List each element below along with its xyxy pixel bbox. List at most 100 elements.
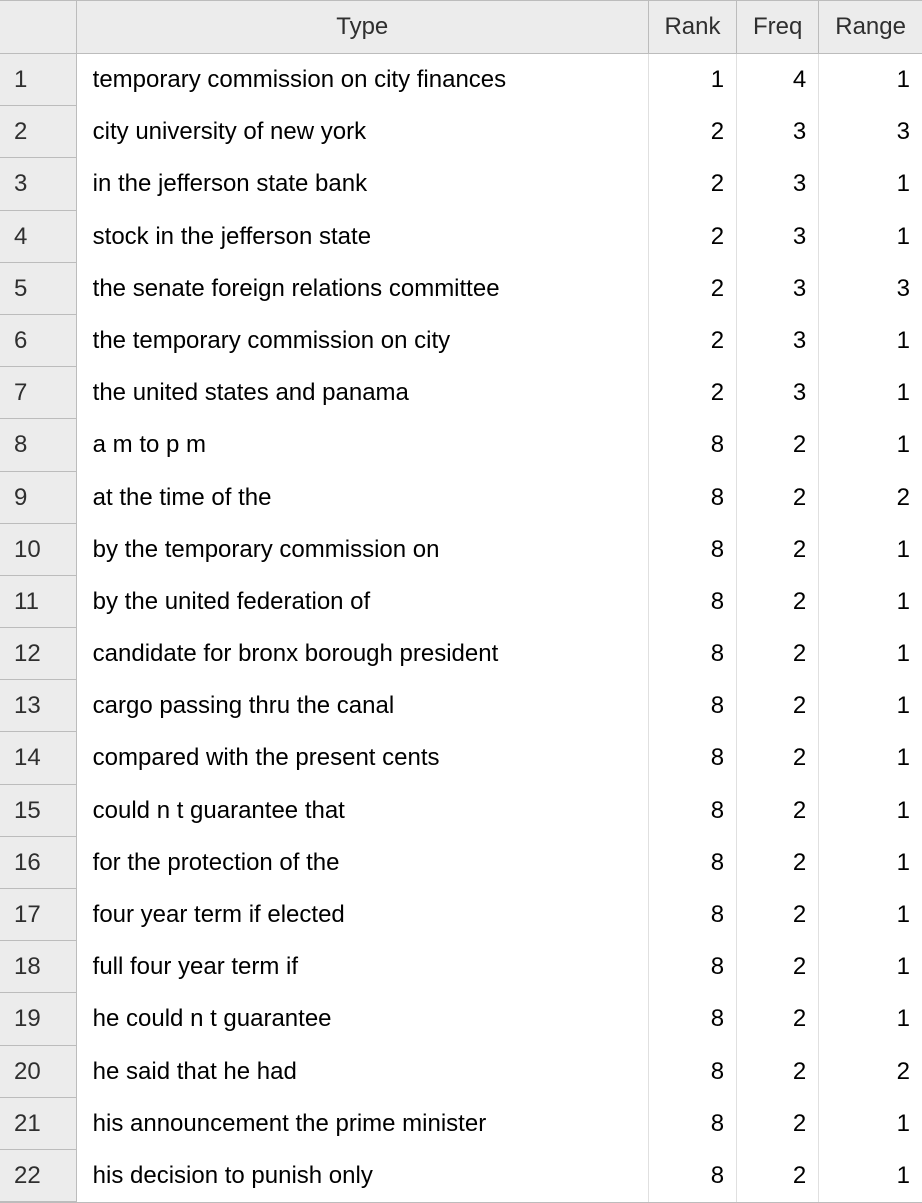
cell-freq: 2 (737, 419, 819, 471)
cell-freq: 4 (737, 54, 819, 106)
cell-rank: 8 (648, 732, 736, 784)
cell-freq: 2 (737, 575, 819, 627)
table-row[interactable]: 20he said that he had822 (0, 1045, 922, 1097)
table-row[interactable]: 6the temporary commission on city231 (0, 314, 922, 366)
cell-freq: 3 (737, 262, 819, 314)
cell-rank: 8 (648, 680, 736, 732)
cell-range: 3 (819, 262, 922, 314)
table-row[interactable]: 9at the time of the822 (0, 471, 922, 523)
cell-type: in the jefferson state bank (76, 158, 648, 210)
table-row[interactable]: 7the united states and panama231 (0, 367, 922, 419)
cell-range: 1 (819, 628, 922, 680)
table-row[interactable]: 17four year term if elected821 (0, 889, 922, 941)
cell-type: could n t guarantee that (76, 784, 648, 836)
table-row[interactable]: 21his announcement the prime minister821 (0, 1097, 922, 1149)
col-header-freq[interactable]: Freq (737, 1, 819, 54)
table-row[interactable]: 2city university of new york233 (0, 106, 922, 158)
cell-range: 1 (819, 367, 922, 419)
cell-type: his announcement the prime minister (76, 1097, 648, 1149)
cell-freq: 2 (737, 523, 819, 575)
cell-rank: 8 (648, 575, 736, 627)
cell-freq: 2 (737, 628, 819, 680)
row-index: 17 (0, 889, 76, 941)
row-index: 19 (0, 993, 76, 1045)
row-index: 3 (0, 158, 76, 210)
cell-type: by the temporary commission on (76, 523, 648, 575)
table-row[interactable]: 8a m to p m821 (0, 419, 922, 471)
cell-range: 1 (819, 732, 922, 784)
table-row[interactable]: 16for the protection of the821 (0, 836, 922, 888)
cell-range: 1 (819, 419, 922, 471)
cell-type: he said that he had (76, 1045, 648, 1097)
cell-range: 1 (819, 210, 922, 262)
row-index: 4 (0, 210, 76, 262)
cell-rank: 2 (648, 367, 736, 419)
cell-type: full four year term if (76, 941, 648, 993)
data-table: Type Rank Freq Range 1temporary commissi… (0, 1, 922, 1202)
table-row[interactable]: 5the senate foreign relations committee2… (0, 262, 922, 314)
cell-type: by the united federation of (76, 575, 648, 627)
row-index: 16 (0, 836, 76, 888)
table-row[interactable]: 14compared with the present cents821 (0, 732, 922, 784)
table-row[interactable]: 10by the temporary commission on821 (0, 523, 922, 575)
row-index: 20 (0, 1045, 76, 1097)
col-header-range[interactable]: Range (819, 1, 922, 54)
cell-range: 1 (819, 680, 922, 732)
cell-rank: 2 (648, 314, 736, 366)
table-row[interactable]: 12candidate for bronx borough president8… (0, 628, 922, 680)
cell-rank: 2 (648, 210, 736, 262)
cell-rank: 8 (648, 1045, 736, 1097)
cell-rank: 8 (648, 628, 736, 680)
cell-type: four year term if elected (76, 889, 648, 941)
cell-range: 1 (819, 889, 922, 941)
cell-rank: 8 (648, 419, 736, 471)
row-index: 1 (0, 54, 76, 106)
cell-freq: 2 (737, 471, 819, 523)
cell-freq: 2 (737, 680, 819, 732)
row-index: 9 (0, 471, 76, 523)
table-row[interactable]: 1temporary commission on city finances14… (0, 54, 922, 106)
cell-rank: 2 (648, 106, 736, 158)
table-row[interactable]: 15could n t guarantee that821 (0, 784, 922, 836)
cell-rank: 8 (648, 941, 736, 993)
table-row[interactable]: 22his decision to punish only821 (0, 1149, 922, 1201)
cell-rank: 8 (648, 471, 736, 523)
cell-freq: 2 (737, 993, 819, 1045)
cell-freq: 2 (737, 1149, 819, 1201)
cell-freq: 3 (737, 106, 819, 158)
cell-rank: 8 (648, 993, 736, 1045)
row-index: 12 (0, 628, 76, 680)
cell-type: for the protection of the (76, 836, 648, 888)
cell-rank: 8 (648, 523, 736, 575)
col-header-index[interactable] (0, 1, 76, 54)
cell-rank: 8 (648, 784, 736, 836)
row-index: 21 (0, 1097, 76, 1149)
cell-rank: 2 (648, 158, 736, 210)
cell-range: 1 (819, 941, 922, 993)
cell-freq: 2 (737, 732, 819, 784)
col-header-rank[interactable]: Rank (648, 1, 736, 54)
table-row[interactable]: 13cargo passing thru the canal821 (0, 680, 922, 732)
cell-freq: 3 (737, 158, 819, 210)
cell-range: 1 (819, 54, 922, 106)
cell-type: the united states and panama (76, 367, 648, 419)
cell-range: 1 (819, 836, 922, 888)
table-row[interactable]: 19he could n t guarantee821 (0, 993, 922, 1045)
cell-type: at the time of the (76, 471, 648, 523)
table-row[interactable]: 11by the united federation of821 (0, 575, 922, 627)
cell-freq: 2 (737, 941, 819, 993)
cell-type: compared with the present cents (76, 732, 648, 784)
row-index: 10 (0, 523, 76, 575)
col-header-type[interactable]: Type (76, 1, 648, 54)
table-row[interactable]: 4stock in the jefferson state231 (0, 210, 922, 262)
cell-freq: 2 (737, 784, 819, 836)
cell-freq: 3 (737, 367, 819, 419)
table-row[interactable]: 3in the jefferson state bank231 (0, 158, 922, 210)
cell-range: 1 (819, 1149, 922, 1201)
cell-range: 1 (819, 158, 922, 210)
table-row[interactable]: 18full four year term if821 (0, 941, 922, 993)
cell-type: the senate foreign relations committee (76, 262, 648, 314)
cell-type: the temporary commission on city (76, 314, 648, 366)
cell-range: 1 (819, 784, 922, 836)
cell-range: 1 (819, 993, 922, 1045)
